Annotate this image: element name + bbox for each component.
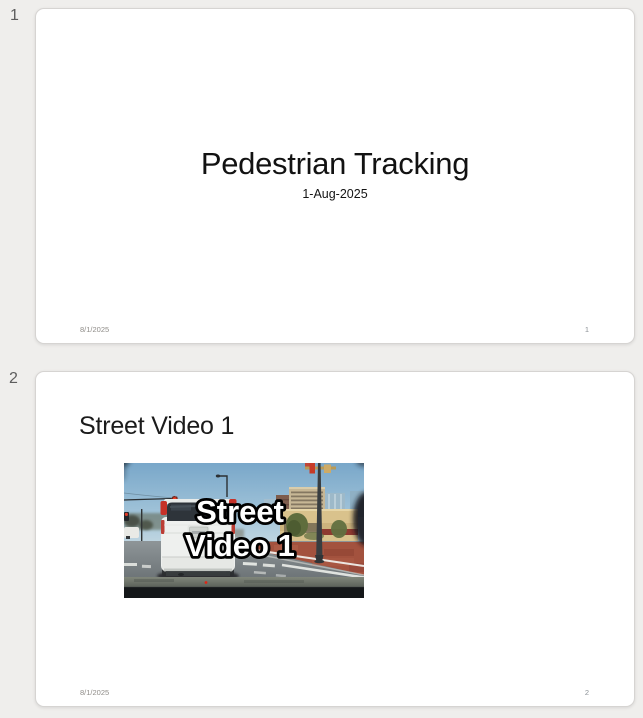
slide-2-page-number: 2 (584, 688, 589, 697)
slide-2-footer-date: 8/1/2025 (80, 688, 110, 697)
slide-1-title: Pedestrian Tracking (200, 146, 470, 181)
slide-1-index-label: 1 (10, 7, 19, 24)
slide-1-footer-date: 8/1/2025 (80, 325, 110, 334)
overlay-text-line2: Video 1 (185, 528, 295, 563)
street-scene-image: Street Video 1 (124, 463, 364, 598)
slide-1[interactable]: Pedestrian Tracking 1-Aug-2025 8/1/2025 … (35, 8, 635, 344)
slide-1-footer: 8/1/2025 1 (80, 325, 589, 334)
slide-2-footer: 8/1/2025 2 (80, 688, 589, 697)
slide-2-index-label: 2 (9, 370, 18, 387)
slide-2[interactable]: Street Video 1 Street Video 1 8/1/2025 2 (35, 371, 635, 707)
slide-2-title: Street Video 1 (79, 412, 235, 440)
video-caption-overlay: Street Video 1 (182, 491, 297, 566)
slide-1-subtitle: 1-Aug-2025 (302, 187, 368, 201)
overlay-text-line1: Street (196, 494, 284, 529)
street-video-thumbnail[interactable]: Street Video 1 (124, 463, 364, 598)
dashboard (124, 577, 364, 598)
slide-1-page-number: 1 (584, 325, 589, 334)
